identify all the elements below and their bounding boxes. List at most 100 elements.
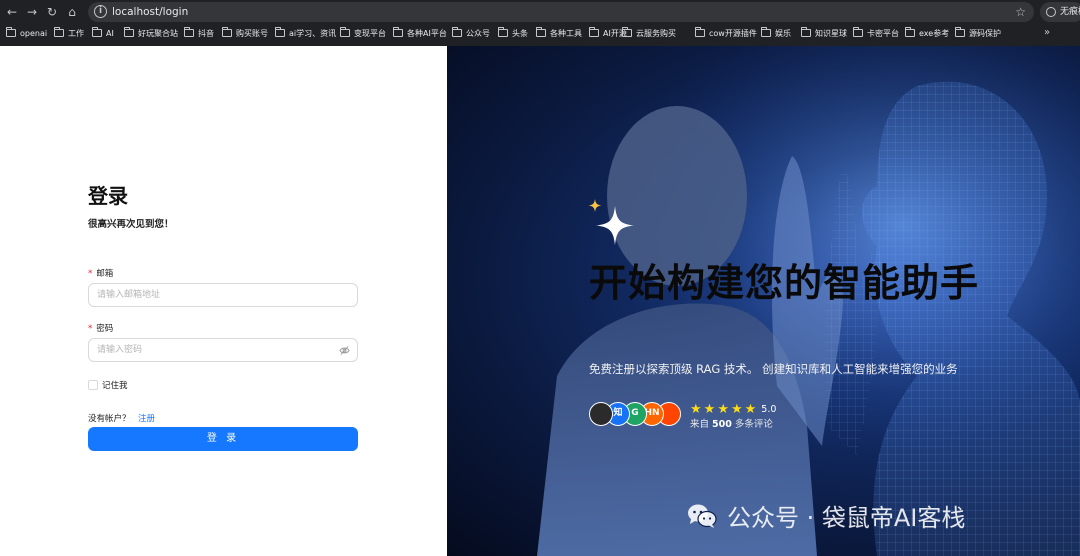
remember-me-label: 记住我 — [102, 381, 128, 391]
bookmark-item[interactable]: 好玩聚合站 — [123, 27, 178, 41]
bookmark-item[interactable]: exe参考 — [904, 27, 950, 41]
address-row: ← → ↻ ⌂ i localhost/login ☆ 无痕模式 — [0, 0, 1080, 24]
bookmark-item[interactable]: ai学习、资讯 — [274, 27, 337, 41]
bookmark-label: 云服务购买 — [636, 29, 676, 38]
url-text: localhost/login — [112, 6, 189, 18]
bookmark-label: 源码保护 — [969, 29, 1001, 38]
folder-icon — [852, 27, 863, 37]
star-icon: ★ — [730, 402, 743, 417]
bookmark-item[interactable]: 知识星球 — [800, 27, 847, 41]
bookmark-item[interactable]: 购买账号 — [221, 27, 268, 41]
reload-icon[interactable]: ↻ — [44, 4, 60, 20]
star-icon: ★ — [703, 402, 716, 417]
bookmark-item[interactable]: 公众号 — [451, 27, 490, 41]
folder-icon — [904, 27, 915, 37]
reviewer-avatar — [589, 402, 613, 426]
reviews-suffix: 多条评论 — [731, 419, 773, 430]
bookmark-item[interactable]: 各种工具 — [535, 27, 582, 41]
reviews-prefix: 来自 — [690, 419, 713, 430]
bookmark-label: 变现平台 — [354, 29, 386, 38]
bookmark-item[interactable]: 变现平台 — [339, 27, 386, 41]
folder-icon — [588, 27, 599, 37]
bookmark-item[interactable]: 抖音 — [183, 27, 214, 41]
folder-icon — [954, 27, 965, 37]
address-bar[interactable]: i localhost/login ☆ — [88, 2, 1034, 22]
bookmark-label: 卡密平台 — [867, 29, 899, 38]
more-bookmarks-button[interactable]: » — [1044, 26, 1050, 40]
bookmark-label: 各种工具 — [550, 29, 582, 38]
review-count: 来自 500 多条评论 — [690, 416, 773, 430]
bookmark-label: exe参考 — [919, 29, 950, 38]
home-icon[interactable]: ⌂ — [64, 4, 80, 20]
folder-icon — [221, 27, 232, 37]
bookmark-item[interactable]: 娱乐 — [760, 27, 791, 41]
bookmark-item[interactable]: cow开源插件 — [694, 27, 757, 41]
sparkle-icon — [588, 199, 634, 245]
email-field[interactable]: 请输入邮箱地址 — [88, 283, 358, 307]
no-account-text: 没有帐户？ — [88, 414, 131, 424]
star-icon: ★ — [690, 402, 702, 417]
page-title: 登录 — [88, 184, 128, 208]
folder-icon — [91, 27, 102, 37]
bookmark-item[interactable]: 工作 — [53, 27, 84, 41]
bookmark-label: AI — [106, 29, 114, 38]
required-mark: * — [88, 324, 93, 334]
hero-headline: 开始构建您的智能助手 — [589, 261, 980, 305]
bookmark-label: 知识星球 — [815, 29, 847, 38]
folder-icon — [497, 27, 508, 37]
login-button[interactable]: 登 录 — [88, 427, 358, 451]
back-icon[interactable]: ← — [4, 4, 20, 20]
bookmark-label: 娱乐 — [775, 29, 791, 38]
folder-icon — [621, 27, 632, 37]
bookmark-label: ai学习、资讯 — [289, 29, 337, 38]
folder-icon — [694, 27, 705, 37]
bookmark-label: cow开源插件 — [709, 29, 757, 38]
browser-chrome: ← → ↻ ⌂ i localhost/login ☆ 无痕模式 openai 工… — [0, 0, 1080, 46]
bookmark-item[interactable]: 头条 — [497, 27, 528, 41]
bookmark-item[interactable]: openai — [5, 27, 48, 41]
reviews-number: 500 — [712, 419, 732, 430]
folder-icon — [392, 27, 403, 37]
incognito-icon — [1046, 7, 1056, 17]
incognito-profile-button[interactable]: 无痕模式 — [1040, 2, 1080, 22]
bookmark-star-icon[interactable]: ☆ — [1015, 4, 1026, 20]
bookmark-label: 工作 — [68, 29, 84, 38]
wechat-icon — [688, 504, 717, 528]
wechat-watermark: 公众号 · 袋鼠帝AI客栈 — [687, 498, 965, 532]
folder-icon — [760, 27, 771, 37]
rating-stars: ★ ★ ★ ★ ★ 5.0 — [690, 398, 776, 417]
password-label: * 密码 — [88, 322, 113, 334]
bookmark-label: 抖音 — [198, 29, 214, 38]
star-icon: ★ — [744, 402, 757, 417]
eye-slash-icon[interactable] — [339, 345, 350, 356]
bookmark-label: 公众号 — [466, 29, 490, 38]
bookmark-item[interactable]: 卡密平台 — [852, 27, 899, 41]
password-field[interactable]: 请输入密码 — [88, 338, 358, 362]
bookmarks-bar: openai 工作 AI 好玩聚合站 抖音 购买账号 ai学习、资讯 变现平台 各种AI平台 公众… — [0, 24, 1080, 44]
hero-panel: 开始构建您的智能助手 免费注册以探索顶级 RAG 技术。 创建知识库和人工智能来… — [447, 46, 1080, 556]
folder-icon — [274, 27, 285, 37]
folder-icon — [800, 27, 811, 37]
review-avatars: 知 G HN — [589, 402, 683, 428]
bookmark-label: 购买账号 — [236, 29, 268, 38]
bookmark-label: 各种AI平台 — [407, 29, 447, 38]
password-label-text: 密码 — [96, 324, 114, 334]
email-label-text: 邮箱 — [96, 269, 114, 279]
email-placeholder: 请输入邮箱地址 — [97, 290, 161, 300]
folder-icon — [5, 27, 16, 37]
password-placeholder: 请输入密码 — [97, 345, 143, 355]
bookmark-item[interactable]: 各种AI平台 — [392, 27, 447, 41]
bookmark-item[interactable]: 云服务购买 — [621, 27, 676, 41]
register-link[interactable]: 注册 — [138, 412, 155, 424]
bookmark-item[interactable]: AI — [91, 27, 114, 41]
folder-icon — [339, 27, 350, 37]
site-info-icon[interactable]: i — [94, 5, 107, 18]
bookmark-item[interactable]: 源码保护 — [954, 27, 1001, 41]
profile-label: 无痕模式 — [1060, 7, 1080, 17]
forward-icon[interactable]: → — [24, 4, 40, 20]
remember-me-checkbox[interactable] — [88, 380, 98, 390]
bookmark-label: 好玩聚合站 — [138, 29, 178, 38]
folder-icon — [183, 27, 194, 37]
bookmark-label: openai — [20, 29, 48, 38]
star-icon: ★ — [717, 402, 729, 417]
